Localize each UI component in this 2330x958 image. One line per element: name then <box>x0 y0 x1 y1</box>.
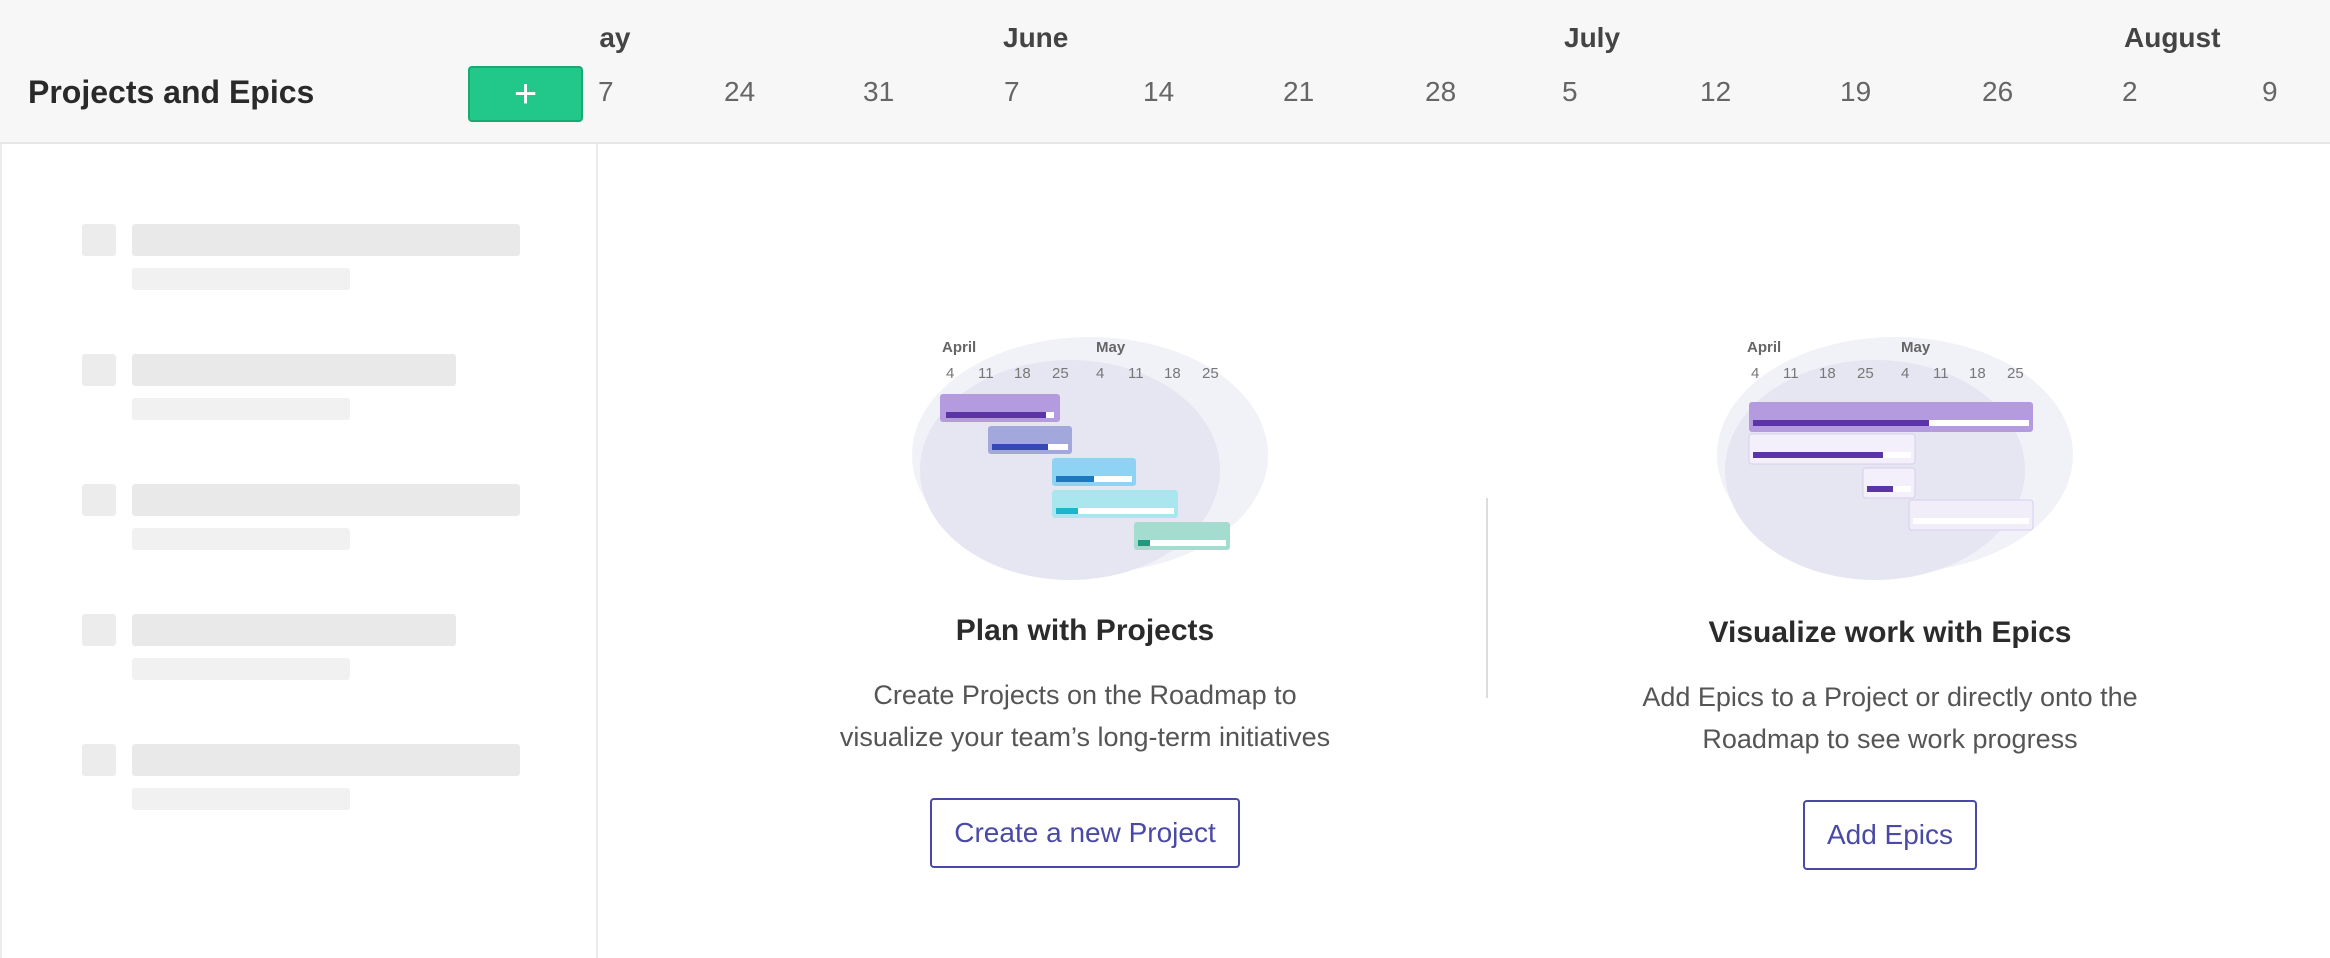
skeleton-subline <box>132 788 350 810</box>
projects-card-description: Create Projects on the Roadmap to visual… <box>760 674 1410 758</box>
projects-card-title: Plan with Projects <box>955 614 1215 647</box>
illu-month: April <box>942 339 976 356</box>
skeleton-line <box>132 614 456 646</box>
illu-tick: 25 <box>1857 365 1874 382</box>
day-label: 19 <box>1840 76 1872 107</box>
skeleton-square <box>82 354 116 386</box>
illu-bar <box>1748 433 1916 465</box>
skeleton-subline <box>132 528 350 550</box>
day-label: 7 <box>598 76 614 107</box>
epics-card-description: Add Epics to a Project or directly onto … <box>1565 676 2215 760</box>
illu-tick: 4 <box>946 365 954 382</box>
projects-desc-line-1: Create Projects on the Roadmap to <box>873 680 1297 710</box>
illu-tick: 11 <box>1783 365 1799 382</box>
month-label: August <box>2124 22 2221 53</box>
month-label: June <box>1003 22 1069 53</box>
illu-tick: 18 <box>1014 365 1031 382</box>
day-label: 24 <box>724 76 756 107</box>
add-epics-button[interactable]: Add Epics <box>1802 800 1978 870</box>
roadmap-header: Projects and Epics + May June July Augus… <box>0 0 2330 144</box>
skeleton-square <box>82 484 116 516</box>
skeleton-line <box>132 224 520 256</box>
illu-tick: 18 <box>1164 365 1181 382</box>
skeleton-square <box>82 744 116 776</box>
projects-desc-line-2: visualize your team’s long-term initiati… <box>839 722 1331 752</box>
epics-desc-line-1: Add Epics to a Project or directly onto … <box>1642 682 2138 712</box>
timeline-scale: May June July August 7 24 31 7 14 21 28 … <box>598 0 2330 142</box>
illu-tick: 25 <box>1052 365 1069 382</box>
illu-bar <box>1862 467 1916 499</box>
day-label: 26 <box>1982 76 2014 107</box>
month-label: May <box>598 22 631 53</box>
skeleton-line <box>132 354 456 386</box>
skeleton-line <box>132 484 520 516</box>
page-title: Projects and Epics <box>28 74 315 110</box>
day-label: 5 <box>1562 76 1578 107</box>
epics-card: Visualize work with Epics Add Epics to a… <box>1565 616 2215 870</box>
illu-tick: 18 <box>1819 365 1836 382</box>
section-divider <box>1486 498 1488 698</box>
illu-tick: 18 <box>1969 365 1986 382</box>
skeleton-subline <box>132 658 350 680</box>
day-label: 12 <box>1700 76 1732 107</box>
illu-tick: 11 <box>1933 365 1949 382</box>
day-label: 21 <box>1283 76 1315 107</box>
illu-bar <box>1749 402 2033 432</box>
skeleton-line <box>132 744 520 776</box>
illu-tick: 25 <box>1202 365 1219 382</box>
skeleton-subline <box>132 268 350 290</box>
illu-tick: 4 <box>1096 365 1104 382</box>
sidebar-skeleton <box>0 144 598 958</box>
skeleton-square <box>82 614 116 646</box>
month-label: July <box>1564 22 1621 53</box>
epics-illustration: April May 4 11 18 25 4 11 18 25 <box>1705 320 2085 590</box>
illu-tick: 25 <box>2007 365 2024 382</box>
add-button[interactable]: + <box>468 66 583 122</box>
day-label: 31 <box>863 76 895 107</box>
day-label: 7 <box>1004 76 1020 107</box>
illu-month: May <box>1096 339 1126 356</box>
projects-illustration: April May 4 11 18 25 4 11 18 25 <box>900 320 1280 590</box>
day-label: 28 <box>1425 76 1457 107</box>
illu-bar <box>1908 499 2034 531</box>
epics-card-title: Visualize work with Epics <box>1708 616 2072 649</box>
illu-tick: 11 <box>978 365 994 382</box>
illu-month: May <box>1901 339 1931 356</box>
projects-card: Plan with Projects Create Projects on th… <box>760 614 1410 868</box>
illu-tick: 11 <box>1128 365 1144 382</box>
day-label: 14 <box>1143 76 1175 107</box>
create-project-button[interactable]: Create a new Project <box>930 798 1240 868</box>
illu-tick: 4 <box>1751 365 1759 382</box>
skeleton-subline <box>132 398 350 420</box>
illu-tick: 4 <box>1901 365 1909 382</box>
illu-month: April <box>1747 339 1781 356</box>
day-label: 9 <box>2262 76 2278 107</box>
epics-desc-line-2: Roadmap to see work progress <box>1702 724 2078 754</box>
day-label: 2 <box>2122 76 2138 107</box>
skeleton-square <box>82 224 116 256</box>
